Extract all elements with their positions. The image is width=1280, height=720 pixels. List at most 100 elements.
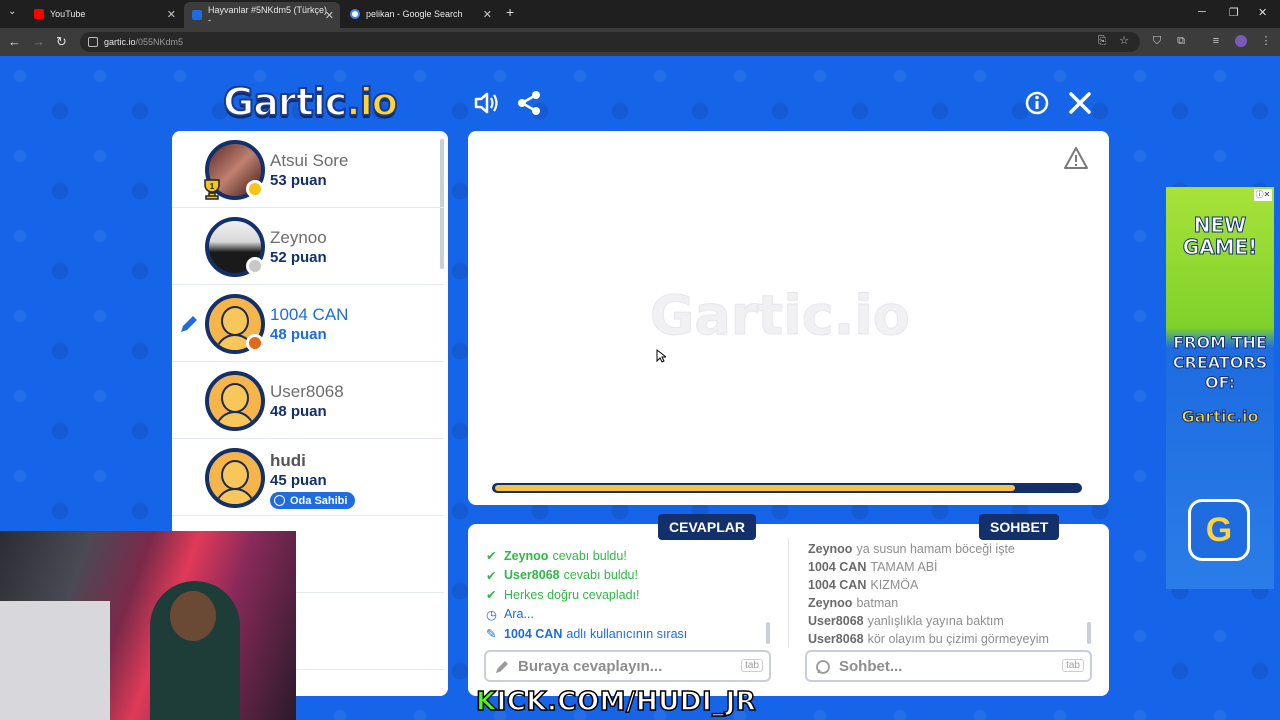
sound-icon[interactable]: [473, 90, 499, 116]
streamer-webcam: [0, 531, 296, 720]
player-score: 48 puan: [270, 326, 327, 343]
check-icon: ✔: [486, 588, 497, 603]
player-row[interactable]: 1 Atsui Sore 53 puan: [172, 131, 444, 208]
status-dot: [246, 180, 264, 198]
webcam-background: [0, 601, 110, 720]
ad-line: CREATORS: [1172, 353, 1268, 373]
check-icon: ✔: [486, 549, 497, 564]
answer-player: 1004 CAN: [504, 626, 563, 641]
media-control-icon[interactable]: ≡: [1210, 35, 1222, 47]
url-host: gartic.io: [104, 37, 136, 47]
back-icon[interactable]: ←: [8, 34, 21, 49]
pencil-icon: ✎: [486, 627, 497, 642]
chat-placeholder: Sohbet...: [839, 657, 903, 675]
tab-hint: tab: [1062, 659, 1084, 672]
check-icon: ✔: [486, 568, 497, 583]
chat-player: 1004 CAN: [808, 560, 867, 574]
address-bar-row: ← → ↻ gartic.io/055NKdm5 ⎘ ☆ ⛉ ⧉ ≡ ⋮: [0, 28, 1280, 56]
drawing-canvas[interactable]: Gartic.io: [468, 131, 1109, 505]
pencil-icon: [496, 661, 508, 673]
chat-message: 1004 CAN KIZMÖA: [808, 576, 1088, 594]
minimize-icon[interactable]: ─: [1198, 6, 1206, 18]
chat-scrollbar[interactable]: [1087, 622, 1091, 644]
answer-input[interactable]: Buraya cevaplayın... tab: [484, 650, 771, 682]
chat-player: Zeynoo: [808, 542, 853, 556]
url-path: /055NKdm5: [135, 37, 184, 47]
exit-icon[interactable]: [1067, 90, 1093, 116]
trophy-icon: 1: [200, 178, 224, 200]
ad-game-button[interactable]: G: [1188, 499, 1250, 561]
window-close-icon[interactable]: ✕: [1258, 6, 1267, 19]
tab-search-icon[interactable]: ⌄: [8, 6, 16, 17]
tab-title: pelikan - Google Search: [366, 9, 463, 19]
ad-brand: Gartic.io: [1181, 407, 1259, 427]
ad-line: OF:: [1204, 373, 1236, 393]
bookmark-star-icon[interactable]: ☆: [1118, 35, 1130, 47]
install-app-icon[interactable]: ⎘: [1096, 35, 1108, 47]
ad-banner[interactable]: ⓘ✕ NEW GAME! FROM THE CREATORS OF: Garti…: [1166, 187, 1274, 589]
chat-bubble-icon: [816, 660, 830, 674]
ad-close-icon[interactable]: ⓘ✕: [1254, 189, 1272, 201]
tab-hint: tab: [741, 659, 763, 672]
close-tab-icon[interactable]: ✕: [325, 9, 334, 22]
answer-placeholder: Buraya cevaplayın...: [518, 657, 663, 675]
info-icon[interactable]: [1024, 90, 1050, 116]
chat-text: yanlışlıkla yayına baktım: [867, 614, 1004, 628]
restore-icon[interactable]: ❐: [1229, 6, 1239, 19]
avatar: [205, 448, 265, 508]
chat-input[interactable]: Sohbet... tab: [805, 650, 1092, 682]
answer-player: Zeynoo: [504, 548, 549, 563]
player-row[interactable]: hudi 45 puan Oda Sahibi: [172, 439, 444, 516]
chat-text: ya susun hamam böceği işte: [856, 542, 1015, 556]
gartic-page: Gartic.io 1 Atsui Sore 53 puan Zeynoo 52…: [0, 56, 1280, 720]
status-dot: [246, 334, 264, 352]
streamer-head: [170, 591, 216, 641]
browser-tab-bar: ⌄ YouTube ✕ Hayvanlar #5NKdm5 (Türkçe) -…: [0, 0, 1280, 28]
avatar: [205, 371, 265, 431]
player-name: User8068: [270, 382, 344, 401]
answers-scrollbar[interactable]: [766, 622, 770, 644]
player-row[interactable]: Zeynoo 52 puan: [172, 208, 444, 285]
answer-text: cevabı buldu!: [552, 548, 627, 563]
player-name: 1004 CAN: [270, 305, 349, 324]
player-score: 52 puan: [270, 249, 327, 266]
extensions-icon[interactable]: ⧉: [1175, 35, 1187, 47]
chat-list: Zeynoo ya susun hamam böceği işte 1004 CA…: [808, 540, 1088, 648]
url-field[interactable]: gartic.io/055NKdm5: [80, 32, 1140, 52]
gartic-logo[interactable]: Gartic.io: [222, 79, 399, 125]
round-timer-bar: [492, 483, 1082, 493]
status-dot: [246, 257, 264, 275]
drawing-pencil-icon: [181, 316, 197, 332]
answer-item: ✔ Herkes doğru cevapladı!: [486, 585, 776, 605]
site-info-icon[interactable]: [88, 37, 98, 47]
tab-google[interactable]: pelikan - Google Search ✕: [342, 4, 498, 24]
tab-youtube[interactable]: YouTube ✕: [26, 4, 182, 24]
player-row[interactable]: 1004 CAN 48 puan: [172, 285, 444, 362]
canvas-watermark: Gartic.io: [650, 284, 911, 348]
answer-text: Herkes doğru cevapladı!: [504, 587, 640, 602]
player-name: Atsui Sore: [270, 151, 349, 170]
close-tab-icon[interactable]: ✕: [483, 8, 492, 21]
profile-avatar[interactable]: [1235, 35, 1247, 47]
new-tab-icon[interactable]: +: [506, 4, 514, 20]
logo-main-text: Gartic: [222, 79, 348, 125]
player-row[interactable]: User8068 48 puan: [172, 362, 444, 439]
ad-line: GAME!: [1182, 235, 1258, 260]
reload-icon[interactable]: ↻: [56, 34, 67, 50]
kick-channel-overlay: KICK.COM/HUDI_JR: [475, 686, 756, 718]
owner-icon: [274, 495, 285, 506]
chat-text: batman: [856, 596, 899, 610]
player-score: 53 puan: [270, 172, 327, 189]
close-tab-icon[interactable]: ✕: [167, 8, 176, 21]
forward-icon[interactable]: →: [32, 34, 45, 49]
report-warning-icon[interactable]: [1063, 145, 1089, 171]
player-name: Zeynoo: [270, 228, 327, 247]
logo-suffix-text: .io: [345, 79, 399, 125]
answers-chat-panel: CEVAPLAR SOHBET ✔ Zeynoo cevabı buldu! ✔ Us…: [468, 514, 1109, 696]
player-score: 45 puan: [270, 472, 327, 489]
tab-gartic[interactable]: Hayvanlar #5NKdm5 (Türkçe) - ✕: [184, 2, 340, 28]
share-icon[interactable]: [516, 90, 542, 116]
chat-text: KIZMÖA: [870, 578, 919, 592]
shield-extension-icon[interactable]: ⛉: [1151, 35, 1163, 47]
menu-icon[interactable]: ⋮: [1260, 35, 1272, 47]
